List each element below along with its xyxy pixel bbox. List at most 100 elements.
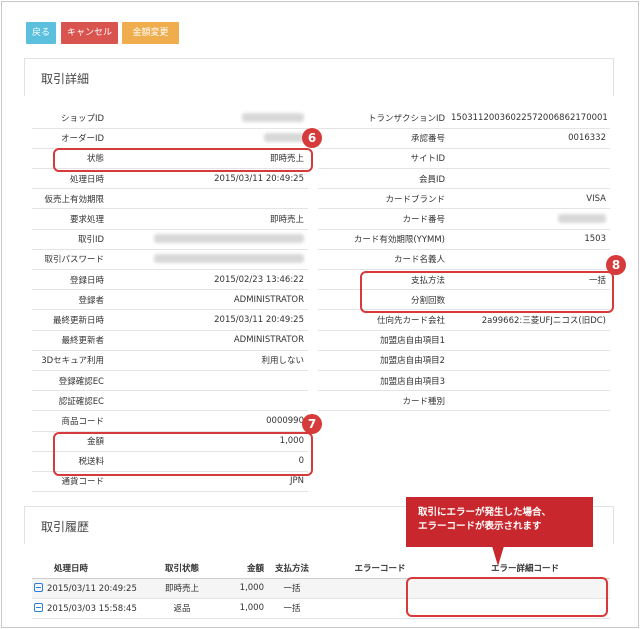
detail-label: カード種別 xyxy=(318,390,451,412)
highlight-error-code xyxy=(406,577,608,617)
detail-label: 登録日時 xyxy=(32,269,110,291)
detail-label: 最終更新日時 xyxy=(32,309,110,331)
error-code-callout: 取引にエラーが発生した場合、 エラーコードが表示されます xyxy=(406,497,593,547)
detail-row: 最終更新者 ADMINISTRATOR xyxy=(32,330,308,351)
detail-row: オーダーID xyxy=(32,128,308,149)
detail-row: 加盟店自由項目2 xyxy=(318,350,610,371)
badge-6: 6 xyxy=(302,128,322,148)
history-status: 返品 xyxy=(142,598,222,619)
detail-label: 登録確認EC xyxy=(32,370,110,392)
detail-value: 15031120036022572006862170001 xyxy=(451,108,610,129)
history-method: 一括 xyxy=(264,598,320,619)
detail-row: カード種別 xyxy=(318,390,610,412)
highlight-status xyxy=(53,148,313,172)
detail-label: 取引パスワード xyxy=(32,249,110,271)
history-header-row: 処理日時 取引状態 金額 支払方法 エラーコード エラー詳細コード xyxy=(32,558,610,579)
detail-value: 0016332 xyxy=(451,128,610,149)
detail-value xyxy=(110,229,308,250)
detail-value xyxy=(110,370,308,392)
masked-value xyxy=(242,112,304,122)
detail-value: 即時売上 xyxy=(110,208,308,230)
detail-row: 登録者 ADMINISTRATOR xyxy=(32,289,308,311)
detail-row: トランザクションID 15031120036022572006862170001 xyxy=(318,108,610,129)
detail-row: カード有効期限(YYMM) 1503 xyxy=(318,229,610,250)
detail-label: 3Dセキュア利用 xyxy=(32,350,110,371)
detail-value xyxy=(110,188,308,210)
cancel-button[interactable]: キャンセル xyxy=(61,22,118,44)
detail-value xyxy=(110,249,308,271)
masked-value xyxy=(154,234,304,244)
detail-label: 加盟店自由項目2 xyxy=(318,350,451,371)
history-date: 2015/03/03 15:58:45 xyxy=(47,603,137,614)
detail-value xyxy=(110,128,308,149)
detail-value xyxy=(451,249,610,271)
highlight-amount xyxy=(53,432,313,476)
detail-row: 要求処理 即時売上 xyxy=(32,208,308,230)
detail-row: ショップID xyxy=(32,108,308,129)
detail-value xyxy=(451,330,610,351)
history-col-date: 処理日時 xyxy=(32,558,142,579)
masked-value xyxy=(154,254,304,264)
detail-label: 要求処理 xyxy=(32,208,110,230)
detail-row: 承認番号 0016332 xyxy=(318,128,610,149)
expand-row-icon[interactable] xyxy=(34,602,43,612)
amount-change-button[interactable]: 金額変更 xyxy=(122,22,179,44)
detail-label: カード名義人 xyxy=(318,249,451,271)
detail-label: 最終更新者 xyxy=(32,330,110,351)
history-section-title: 取引履歴 xyxy=(41,520,90,534)
history-status: 即時売上 xyxy=(142,578,222,599)
detail-label: ショップID xyxy=(32,108,110,129)
details-right-table: トランザクションID 15031120036022572006862170001 承… xyxy=(318,108,610,412)
masked-value xyxy=(264,133,304,143)
detail-label: サイトID xyxy=(318,148,451,170)
history-col-error-code: エラーコード xyxy=(320,558,440,579)
history-col-status: 取引状態 xyxy=(142,558,222,579)
detail-row: 加盟店自由項目3 xyxy=(318,370,610,392)
detail-label: カードブランド xyxy=(318,188,451,210)
detail-value: 0000990 xyxy=(110,410,308,432)
badge-8: 8 xyxy=(606,255,626,275)
detail-row: 商品コード 0000990 xyxy=(32,410,308,432)
detail-label: カード有効期限(YYMM) xyxy=(318,229,451,250)
detail-label: 加盟店自由項目3 xyxy=(318,370,451,392)
callout-line-1: 取引にエラーが発生した場合、 xyxy=(418,507,552,518)
expand-row-icon[interactable] xyxy=(34,582,43,592)
detail-label: 加盟店自由項目1 xyxy=(318,330,451,351)
detail-row: 加盟店自由項目1 xyxy=(318,330,610,351)
detail-value xyxy=(110,390,308,412)
detail-value xyxy=(451,390,610,412)
history-col-method: 支払方法 xyxy=(264,558,320,579)
detail-label: 商品コード xyxy=(32,410,110,432)
history-col-amount: 金額 xyxy=(222,558,264,579)
details-section-title: 取引詳細 xyxy=(41,72,90,86)
detail-value xyxy=(451,350,610,371)
detail-label: 承認番号 xyxy=(318,128,451,149)
back-button[interactable]: 戻る xyxy=(26,22,56,44)
detail-row: 取引パスワード xyxy=(32,249,308,271)
detail-row: 最終更新日時 2015/03/11 20:49:25 xyxy=(32,309,308,331)
detail-row: カード名義人 xyxy=(318,249,610,271)
detail-value: ADMINISTRATOR xyxy=(110,289,308,311)
detail-row: カードブランド VISA xyxy=(318,188,610,210)
detail-label: 仮売上有効期限 xyxy=(32,188,110,210)
badge-7: 7 xyxy=(302,414,322,434)
detail-label: オーダーID xyxy=(32,128,110,149)
detail-row: カード番号 xyxy=(318,208,610,230)
detail-row: サイトID xyxy=(318,148,610,170)
detail-value: VISA xyxy=(451,188,610,210)
detail-value: 2015/03/11 20:49:25 xyxy=(110,309,308,331)
highlight-payment xyxy=(360,271,614,313)
callout-tail xyxy=(492,546,504,566)
detail-label: 登録者 xyxy=(32,289,110,311)
detail-row: 登録日時 2015/02/23 13:46:22 xyxy=(32,269,308,291)
detail-label: 認証確認EC xyxy=(32,390,110,412)
detail-row: 登録確認EC xyxy=(32,370,308,392)
history-amount: 1,000 xyxy=(222,578,264,599)
detail-row: 取引ID xyxy=(32,229,308,250)
detail-value: 1503 xyxy=(451,229,610,250)
history-col-error-detail: エラー詳細コード xyxy=(440,558,610,579)
detail-value: ADMINISTRATOR xyxy=(110,330,308,351)
detail-label: トランザクションID xyxy=(318,108,451,129)
detail-value xyxy=(451,208,610,230)
history-method: 一括 xyxy=(264,578,320,599)
